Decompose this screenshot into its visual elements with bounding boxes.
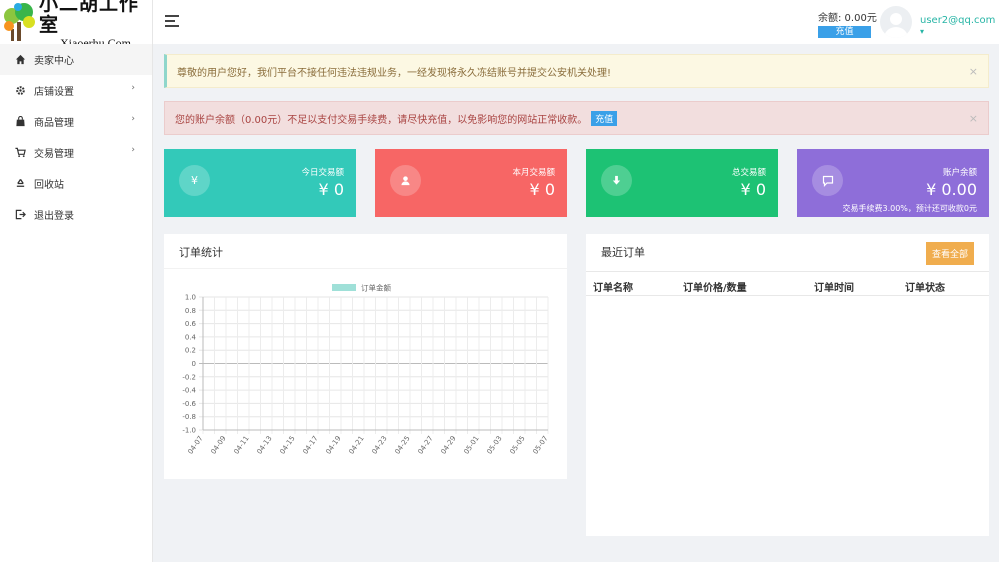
home-icon: [14, 54, 26, 66]
x-tick-label: 04-27: [416, 435, 434, 456]
sidebar: 小二胡工作室 Xiaoerhu.Com 卖家中心 店铺设置 › 商品管理 › 交…: [0, 0, 153, 562]
chat-icon: [812, 165, 843, 196]
close-icon[interactable]: ×: [969, 112, 978, 125]
x-tick-label: 05-07: [531, 435, 549, 456]
card-label: 账户余额: [942, 168, 977, 178]
column-header[interactable]: 订单时间: [814, 279, 854, 294]
logout-icon: [14, 209, 26, 221]
sidebar-item-logout[interactable]: 退出登录: [0, 199, 152, 230]
sidebar-item-trade-management[interactable]: 交易管理 ›: [0, 137, 152, 168]
x-tick-label: 05-01: [462, 435, 480, 456]
y-tick-label: -0.8: [182, 413, 196, 421]
view-all-button[interactable]: 查看全部: [925, 242, 974, 265]
order-stats-panel: 订单统计 订单金额 1.0 0.8 0.6 0.4 0.2 0 -0.2 -0.4 -0.6 -0.…: [164, 234, 567, 479]
brand-name: 小二胡工作室: [39, 0, 140, 36]
chevron-right-icon: ›: [131, 83, 135, 93]
y-tick-label: 0.6: [185, 320, 197, 328]
y-tick-label: 0: [192, 360, 196, 368]
cart-icon: [14, 147, 26, 159]
recycle-icon: [14, 178, 26, 190]
x-tick-label: 05-03: [485, 435, 503, 456]
x-tick-label: 04-17: [301, 435, 319, 456]
danger-alert-text: 您的账户余额（0.00元）不足以支付交易手续费，请尽快充值，以免影响您的网站正常…: [175, 114, 588, 126]
user-icon: [390, 165, 421, 196]
sidebar-item-label: 商品管理: [34, 118, 74, 129]
logo[interactable]: 小二胡工作室 Xiaoerhu.Com: [0, 0, 152, 50]
card-value: ¥ 0: [740, 180, 766, 199]
card-note: 交易手续费3.00%，预计还可收款0元: [842, 204, 977, 213]
top-header: 余额: 0.00元 充值 user2@qq.com ▾: [153, 0, 999, 44]
warning-alert: 尊敬的用户您好，我们平台不接任何违法违规业务，一经发现将永久冻结账号并提交公安机…: [164, 54, 989, 88]
card-value: ¥ 0.00: [926, 180, 977, 199]
recharge-button[interactable]: 充值: [818, 26, 871, 38]
y-tick-label: -0.2: [182, 373, 196, 381]
column-header[interactable]: 订单状态: [905, 279, 945, 294]
card-label: 总交易额: [731, 168, 766, 178]
sidebar-item-label: 回收站: [34, 180, 64, 191]
card-account-balance: 账户余额 ¥ 0.00 交易手续费3.00%，预计还可收款0元: [797, 149, 989, 217]
legend-swatch: [332, 284, 356, 291]
orders-table-header: 订单名称 订单价格/数量 订单时间 订单状态: [586, 271, 989, 296]
card-month-trade: 本月交易额 ¥ 0: [375, 149, 567, 217]
gear-icon: [14, 85, 26, 97]
y-tick-label: -0.6: [182, 400, 196, 408]
x-tick-label: 04-13: [255, 435, 273, 456]
recent-orders-panel: 最近订单 查看全部 订单名称 订单价格/数量 订单时间 订单状态: [586, 234, 989, 536]
card-label: 本月交易额: [512, 168, 555, 178]
y-tick-label: 0.2: [185, 347, 196, 355]
sidebar-item-recycle-bin[interactable]: 回收站: [0, 168, 152, 199]
chevron-right-icon: ›: [131, 114, 135, 124]
warning-alert-text: 尊敬的用户您好，我们平台不接任何违法违规业务，一经发现将永久冻结账号并提交公安机…: [177, 67, 612, 79]
avatar[interactable]: [880, 6, 912, 38]
user-menu[interactable]: user2@qq.com ▾: [920, 15, 999, 37]
x-tick-label: 05-05: [508, 435, 526, 456]
x-tick-label: 04-15: [278, 435, 296, 456]
y-tick-label: -1.0: [182, 427, 196, 435]
card-total-trade: 总交易额 ¥ 0: [586, 149, 778, 217]
card-label: 今日交易额: [301, 168, 344, 178]
card-today-trade: ¥ 今日交易额 ¥ 0: [164, 149, 356, 217]
chevron-right-icon: ›: [131, 145, 135, 155]
column-header[interactable]: 订单名称: [593, 279, 633, 294]
card-value: ¥ 0: [318, 180, 344, 199]
x-tick-label: 04-19: [324, 435, 342, 456]
sidebar-item-label: 交易管理: [34, 149, 74, 160]
x-tick-label: 04-07: [186, 435, 204, 456]
user-email: user2@qq.com: [920, 15, 996, 26]
legend-label: 订单金额: [361, 283, 391, 293]
menu-toggle-icon[interactable]: [165, 15, 179, 27]
close-icon[interactable]: ×: [969, 65, 978, 78]
x-tick-label: 04-09: [209, 435, 227, 456]
y-tick-label: 0.4: [185, 333, 197, 341]
alert-recharge-button[interactable]: 充值: [591, 110, 618, 126]
danger-alert: 您的账户余额（0.00元）不足以支付交易手续费，请尽快充值，以免影响您的网站正常…: [164, 101, 989, 135]
y-tick-label: 1.0: [185, 294, 196, 302]
caret-down-icon: ▾: [920, 27, 925, 36]
y-tick-label: 0.8: [185, 307, 196, 315]
sidebar-item-shop-settings[interactable]: 店铺设置 ›: [0, 75, 152, 106]
x-tick-label: 04-25: [393, 435, 411, 456]
card-value: ¥ 0: [529, 180, 555, 199]
sidebar-item-seller-center[interactable]: 卖家中心: [0, 44, 152, 75]
x-tick-label: 04-21: [347, 435, 365, 456]
sidebar-item-label: 退出登录: [34, 211, 74, 222]
panel-title: 最近订单: [601, 246, 645, 259]
sidebar-item-label: 卖家中心: [34, 56, 74, 67]
bag-icon: [14, 116, 26, 128]
download-icon: [601, 165, 632, 196]
balance-box: 余额: 0.00元 充值: [818, 9, 877, 38]
column-header[interactable]: 订单价格/数量: [683, 279, 747, 294]
order-chart: 订单金额 1.0 0.8 0.6 0.4 0.2 0 -0.2 -0.4 -0.6 -0.8 -1.0…: [182, 283, 549, 456]
sidebar-item-label: 店铺设置: [34, 87, 74, 98]
y-tick-label: -0.4: [182, 387, 196, 395]
x-tick-label: 04-29: [439, 435, 457, 456]
x-tick-label: 04-11: [232, 435, 250, 456]
balance-text: 余额: 0.00元: [818, 13, 877, 24]
yen-icon: ¥: [179, 165, 210, 196]
sidebar-item-product-management[interactable]: 商品管理 ›: [0, 106, 152, 137]
tree-logo-icon: [2, 2, 36, 42]
x-tick-label: 04-23: [370, 435, 388, 456]
